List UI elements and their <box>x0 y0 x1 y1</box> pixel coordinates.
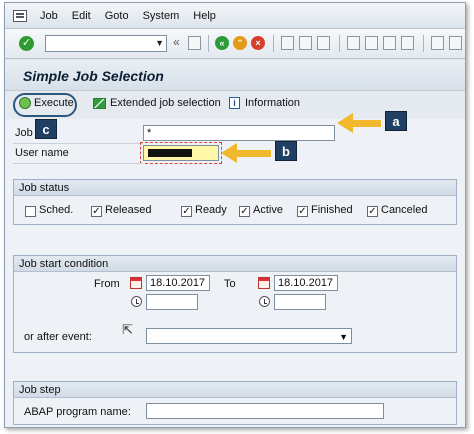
sap-window: Job Edit Goto System Help ✓ ▼ « « ⌃ × Si… <box>4 2 466 428</box>
mouse-cursor-icon: ⇱ <box>122 322 133 337</box>
from-date-input[interactable]: 18.10.2017 <box>146 275 210 291</box>
to-label: To <box>224 278 236 290</box>
calendar-icon[interactable] <box>130 277 142 289</box>
checkbox-released[interactable]: ✓ <box>91 206 102 217</box>
chevron-down-icon[interactable]: ▼ <box>155 38 164 48</box>
find-icon[interactable] <box>299 36 312 50</box>
double-chevron-left-icon[interactable]: « <box>173 35 180 49</box>
job-start-header: Job start condition <box>14 256 456 272</box>
clock-icon[interactable] <box>131 296 142 307</box>
menu-edit[interactable]: Edit <box>65 10 98 22</box>
finished-label: Finished <box>311 204 353 216</box>
job-status-header: Job status <box>14 180 456 196</box>
chevron-down-icon[interactable]: ▼ <box>339 330 348 344</box>
information-button[interactable]: i Information <box>229 97 300 109</box>
divider <box>13 143 143 144</box>
info-icon: i <box>229 97 240 109</box>
job-step-title: Job step <box>19 384 61 396</box>
callout-a: a <box>385 111 407 131</box>
to-time-input[interactable] <box>274 294 326 310</box>
next-page-icon[interactable] <box>383 36 396 50</box>
cancel-icon[interactable]: × <box>251 36 265 50</box>
job-step-group: Job step ABAP program name: <box>13 381 457 425</box>
abap-program-label: ABAP program name: <box>24 406 131 418</box>
highlight-box <box>140 142 222 164</box>
to-date-input[interactable]: 18.10.2017 <box>274 275 338 291</box>
abap-program-input[interactable] <box>146 403 384 419</box>
standard-toolbar: ✓ ▼ « « ⌃ × <box>5 29 465 59</box>
toolbar-separator <box>273 35 274 52</box>
menu-help[interactable]: Help <box>186 10 223 22</box>
exit-icon[interactable]: ⌃ <box>233 36 247 50</box>
callout-b: b <box>275 141 297 161</box>
calendar-icon[interactable] <box>258 277 270 289</box>
sched-label: Sched. <box>39 204 74 216</box>
last-page-icon[interactable] <box>401 36 414 50</box>
canceled-label: Canceled <box>381 204 428 216</box>
job-step-header: Job step <box>14 382 456 398</box>
information-label: Information <box>245 97 301 109</box>
toolbar-separator <box>423 35 424 52</box>
checkbox-finished[interactable]: ✓ <box>297 206 308 217</box>
released-label: Released <box>105 204 152 216</box>
menu-goto[interactable]: Goto <box>98 10 136 22</box>
job-status-title: Job status <box>19 182 70 194</box>
job-status-group: Job status Sched. ✓ Released ✓ Ready ✓ A… <box>13 179 457 225</box>
checkbox-active[interactable]: ✓ <box>239 206 250 217</box>
find-next-icon[interactable] <box>317 36 330 50</box>
enter-check-icon[interactable]: ✓ <box>19 36 34 51</box>
toolbar-separator <box>339 35 340 52</box>
checkbox-canceled[interactable]: ✓ <box>367 206 378 217</box>
back-icon[interactable]: « <box>215 36 229 50</box>
extended-job-selection-button[interactable]: Extended job selection <box>93 97 221 109</box>
page-title: Simple Job Selection <box>23 68 164 84</box>
user-name-label: User name <box>15 147 69 159</box>
after-event-select[interactable]: ▼ <box>146 328 352 344</box>
print-icon[interactable] <box>281 36 294 50</box>
job-input[interactable]: * <box>143 125 335 141</box>
from-time-input[interactable] <box>146 294 198 310</box>
layout-icon[interactable] <box>449 36 462 50</box>
job-start-title: Job start condition <box>19 258 109 270</box>
menu-system[interactable]: System <box>136 10 187 22</box>
menu-job[interactable]: Job <box>33 10 65 22</box>
window-menu-icon[interactable] <box>13 9 27 22</box>
menu-bar: Job Edit Goto System Help <box>5 3 465 29</box>
first-page-icon[interactable] <box>347 36 360 50</box>
toolbar-separator <box>208 35 209 52</box>
checkbox-ready[interactable]: ✓ <box>181 206 192 217</box>
clock-icon[interactable] <box>259 296 270 307</box>
arrow-b-shaft <box>235 150 271 157</box>
command-field[interactable]: ▼ <box>45 35 167 52</box>
execute-highlight-ring <box>13 93 77 117</box>
divider <box>13 163 143 164</box>
arrow-a-shaft <box>351 120 381 127</box>
job-start-condition-group: Job start condition From 18.10.2017 To 1… <box>13 255 457 353</box>
title-bar: Simple Job Selection <box>5 60 465 91</box>
save-icon[interactable] <box>188 36 201 50</box>
from-label: From <box>94 278 120 290</box>
checkbox-sched[interactable] <box>25 206 36 217</box>
extended-selection-icon <box>93 97 106 109</box>
active-label: Active <box>253 204 283 216</box>
main-content: Job * User name Job status Sched. ✓ Rele… <box>5 119 465 427</box>
after-event-label: or after event: <box>24 331 92 343</box>
new-session-icon[interactable] <box>431 36 444 50</box>
job-label: Job <box>15 127 33 139</box>
callout-c: c <box>35 119 57 139</box>
ready-label: Ready <box>195 204 227 216</box>
extended-label: Extended job selection <box>110 97 221 109</box>
previous-page-icon[interactable] <box>365 36 378 50</box>
